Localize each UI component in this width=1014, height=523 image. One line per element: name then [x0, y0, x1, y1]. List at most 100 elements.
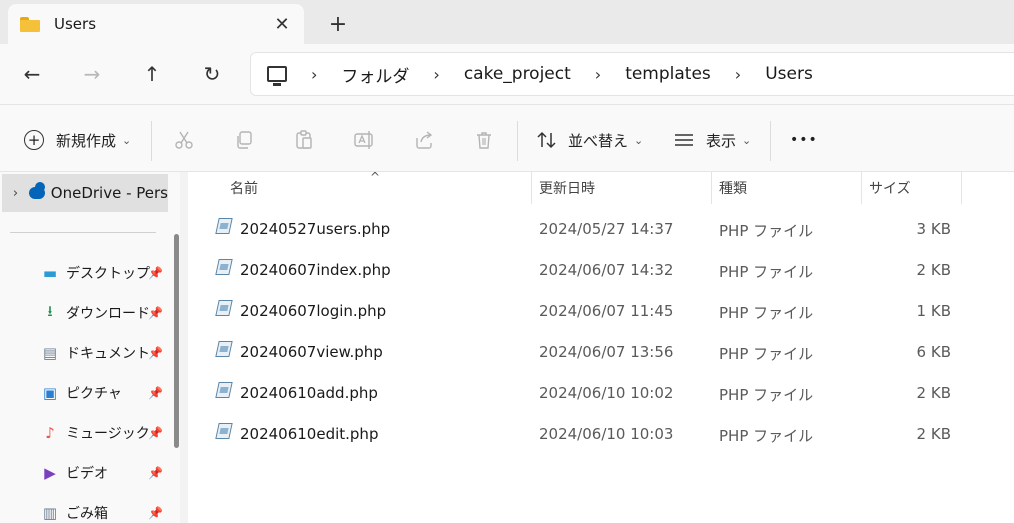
file-modified: 2024/06/10 10:03 — [539, 425, 674, 443]
php-file-icon — [214, 423, 234, 441]
breadcrumb-separator[interactable]: › — [433, 65, 439, 84]
php-file-icon — [214, 218, 234, 236]
column-header-name[interactable]: 名前 — [230, 172, 258, 204]
file-type: PHP ファイル — [719, 304, 814, 322]
sort-label: 並べ替え — [568, 131, 629, 150]
file-row[interactable]: 20240607index.php 2024/06/07 14:32 PHP ファイ… — [188, 251, 1014, 291]
file-row[interactable]: 20240610edit.php 2024/06/10 10:03 PHP ファイル… — [188, 415, 1014, 455]
sidebar-item-download[interactable]: ⭳ ダウンロード 📌 — [40, 298, 170, 328]
close-tab-button[interactable]: ✕ — [268, 10, 296, 38]
tab-title: Users — [54, 15, 97, 33]
sidebar-item-music[interactable]: ♪ ミュージック 📌 — [40, 418, 170, 448]
pictures-icon: ▣ — [42, 384, 58, 402]
pin-icon[interactable]: 📌 — [148, 346, 163, 360]
view-list-icon — [675, 134, 693, 146]
php-file-icon — [214, 382, 234, 400]
new-button[interactable]: + 新規作成 ⌄ — [24, 125, 131, 155]
address-bar[interactable]: › フォルダ › cake_project › templates › User… — [250, 52, 1014, 96]
breadcrumb-separator[interactable]: › — [735, 65, 741, 84]
breadcrumb-templates[interactable]: templates — [625, 64, 711, 84]
chevron-down-icon: ⌄ — [742, 133, 752, 147]
file-modified: 2024/05/27 14:37 — [539, 220, 674, 238]
breadcrumb-separator[interactable]: › — [595, 65, 601, 84]
file-name[interactable]: 20240607login.php — [240, 302, 386, 320]
folder-icon — [20, 16, 40, 32]
cut-icon — [175, 131, 193, 149]
file-name[interactable]: 20240607view.php — [240, 343, 383, 361]
file-name[interactable]: 20240610edit.php — [240, 425, 378, 443]
recycle-bin-icon: ▥ — [42, 504, 58, 522]
expand-arrow-icon[interactable]: › — [2, 186, 29, 201]
copy-button[interactable] — [234, 125, 254, 155]
file-modified: 2024/06/07 13:56 — [539, 343, 674, 361]
file-row[interactable]: 20240607view.php 2024/06/07 13:56 PHP ファイル… — [188, 333, 1014, 373]
documents-icon: ▤ — [42, 344, 58, 362]
divider — [151, 121, 152, 161]
paste-icon — [296, 130, 312, 149]
column-header-type[interactable]: 種類 — [719, 172, 747, 204]
pin-icon[interactable]: 📌 — [148, 386, 163, 400]
sidebar-item-recycle-bin[interactable]: ▥ ごみ箱 📌 — [40, 498, 170, 523]
sidebar-scrollbar[interactable] — [174, 234, 179, 448]
pin-icon[interactable]: 📌 — [148, 266, 163, 280]
php-file-icon — [214, 259, 234, 277]
pin-icon[interactable]: 📌 — [148, 466, 163, 480]
back-button[interactable]: ← — [16, 58, 48, 90]
file-name[interactable]: 20240607index.php — [240, 261, 391, 279]
file-name[interactable]: 20240610add.php — [240, 384, 378, 402]
column-header-size[interactable]: サイズ — [869, 172, 911, 204]
cut-button[interactable] — [174, 125, 194, 155]
file-row[interactable]: 20240527users.php 2024/05/27 14:37 PHP ファイ… — [188, 210, 1014, 250]
refresh-button[interactable]: ↻ — [196, 58, 228, 90]
sidebar-item-documents[interactable]: ▤ ドキュメント 📌 — [40, 338, 170, 368]
this-pc-icon[interactable] — [267, 66, 287, 86]
column-divider[interactable] — [711, 172, 712, 204]
file-row[interactable]: 20240610add.php 2024/06/10 10:02 PHP ファイル 2… — [188, 374, 1014, 414]
music-icon: ♪ — [45, 424, 55, 442]
file-size: 2 KB — [916, 384, 951, 402]
sidebar-item-label: デスクトップ — [66, 266, 150, 282]
file-size: 2 KB — [916, 261, 951, 279]
pin-icon[interactable]: 📌 — [148, 506, 163, 520]
view-button[interactable]: 表示 ⌄ — [674, 125, 751, 155]
breadcrumb-cake-project[interactable]: cake_project — [464, 64, 571, 84]
paste-button[interactable] — [294, 125, 314, 155]
sort-button[interactable]: 並べ替え ⌄ — [536, 125, 643, 155]
sidebar-item-desktop[interactable]: ▬ デスクトップ 📌 — [40, 258, 170, 288]
sidebar-item-label: ピクチャ — [66, 386, 122, 402]
trash-icon — [477, 132, 491, 149]
share-button[interactable] — [414, 125, 434, 155]
forward-button[interactable]: → — [76, 58, 108, 90]
sidebar-item-label: ドキュメント — [66, 346, 150, 362]
new-tab-button[interactable]: + — [324, 10, 352, 38]
breadcrumb-separator[interactable]: › — [311, 65, 317, 84]
sidebar-item-label: ごみ箱 — [66, 506, 108, 522]
sidebar-item-onedrive[interactable]: › OneDrive - Pers — [2, 174, 168, 212]
column-divider[interactable] — [531, 172, 532, 204]
file-list: 名前 ^ 更新日時 種類 サイズ 20240527users.php 2024/0… — [188, 170, 1014, 523]
tab-strip: Users ✕ + — [0, 0, 1014, 44]
up-button[interactable]: ↑ — [136, 58, 168, 90]
rename-button[interactable] — [354, 125, 376, 155]
delete-button[interactable] — [474, 125, 494, 155]
php-file-icon — [214, 300, 234, 318]
more-options-button[interactable]: ••• — [790, 125, 818, 155]
file-type: PHP ファイル — [719, 263, 814, 281]
column-header-modified[interactable]: 更新日時 — [539, 172, 595, 204]
breadcrumb-users[interactable]: Users — [765, 64, 813, 84]
videos-icon: ▶ — [44, 464, 56, 482]
sidebar-item-pictures[interactable]: ▣ ピクチャ 📌 — [40, 378, 170, 408]
file-row[interactable]: 20240607login.php 2024/06/07 11:45 PHP ファイ… — [188, 292, 1014, 332]
column-divider[interactable] — [961, 172, 962, 204]
tab-users[interactable]: Users ✕ — [8, 4, 304, 44]
pin-icon[interactable]: 📌 — [148, 426, 163, 440]
sidebar-item-label: OneDrive - Pers — [50, 184, 168, 202]
php-file-icon — [214, 341, 234, 359]
column-divider[interactable] — [861, 172, 862, 204]
sidebar-item-videos[interactable]: ▶ ビデオ 📌 — [40, 458, 170, 488]
breadcrumb-folder[interactable]: フォルダ — [341, 62, 409, 87]
file-name[interactable]: 20240527users.php — [240, 220, 390, 238]
file-type: PHP ファイル — [719, 345, 814, 363]
pin-icon[interactable]: 📌 — [148, 306, 163, 320]
chevron-down-icon: ⌄ — [634, 133, 644, 147]
